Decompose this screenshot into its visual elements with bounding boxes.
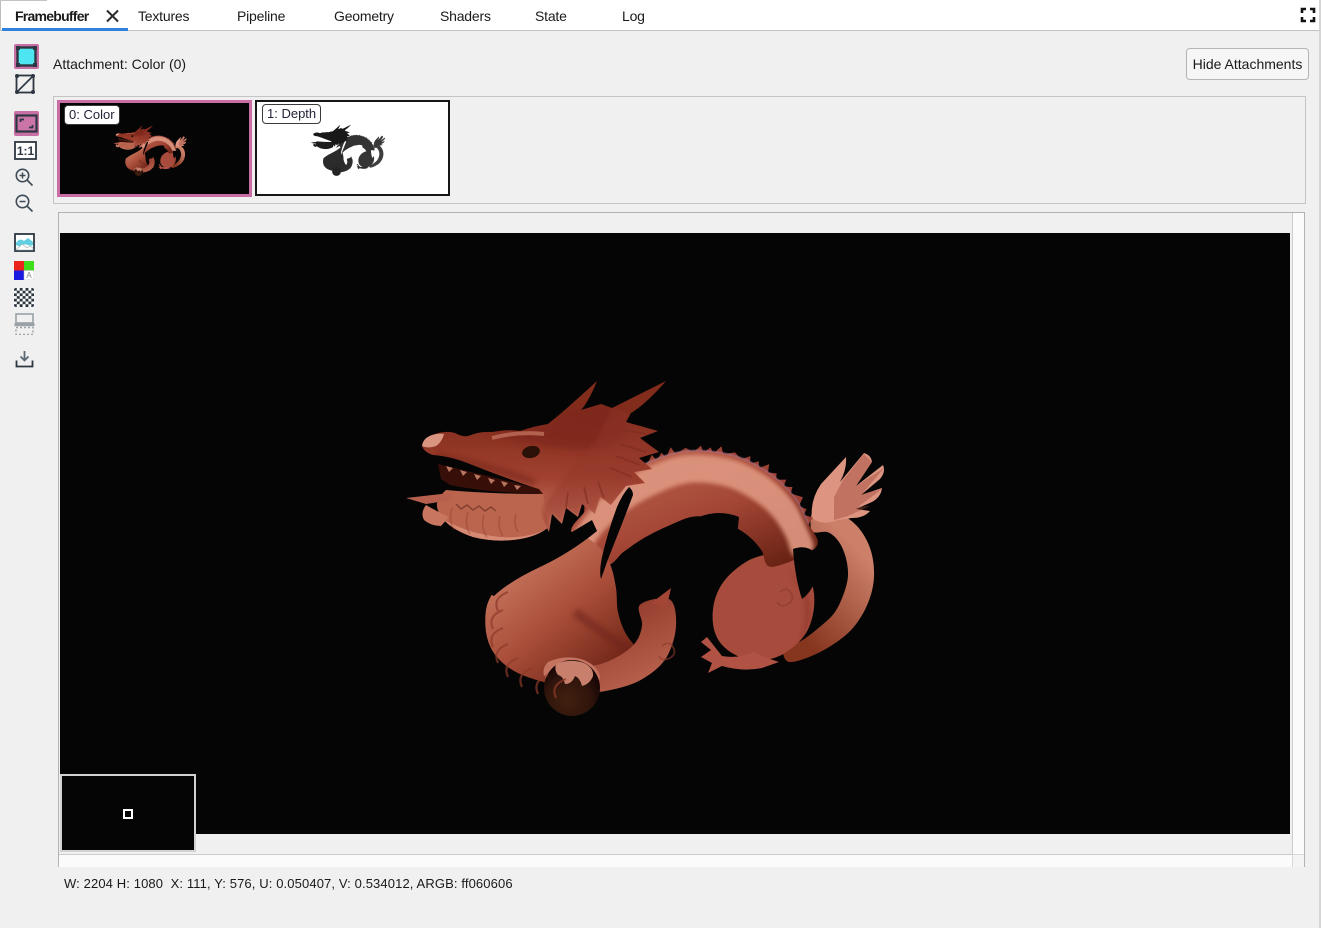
svg-text:A: A	[26, 271, 32, 280]
svg-text:1:1: 1:1	[17, 144, 35, 158]
